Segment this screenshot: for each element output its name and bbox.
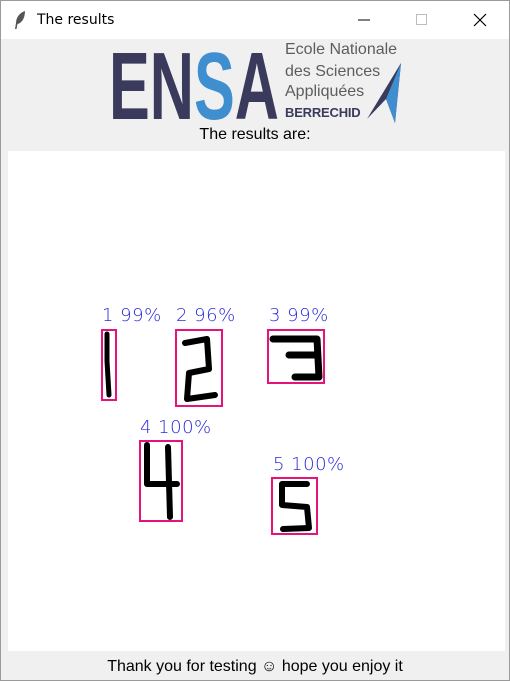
svg-text:ENSA: ENSA (109, 41, 279, 123)
digit-2-drawing (182, 336, 218, 402)
logo-line-2: des Sciences (285, 63, 381, 80)
title-bar[interactable]: The results (1, 1, 509, 39)
detection-label-3: 3 99% (269, 305, 329, 326)
minimize-button[interactable] (335, 1, 393, 39)
digit-3-drawing (269, 335, 323, 381)
digit-4-drawing (144, 442, 180, 520)
detection-label-4: 4 100% (140, 417, 212, 438)
detection-label-1: 1 99% (102, 305, 162, 326)
maximize-button[interactable] (393, 1, 451, 39)
digit-5-drawing (279, 481, 312, 532)
minimize-icon (358, 19, 370, 21)
results-image: 1 99% 2 96% 3 99% 4 100% 5 100% (8, 151, 505, 651)
detection-box-4 (139, 440, 183, 522)
results-window: The results ENSA Ecole Nationale des Sci… (0, 0, 510, 681)
detection-label-5: 5 100% (273, 454, 345, 475)
detection-box-1 (101, 329, 117, 401)
ensa-logo: ENSA Ecole Nationale des Sciences Appliq… (109, 41, 405, 123)
window-title: The results (37, 12, 115, 28)
logo-city: BERRECHID (285, 105, 361, 120)
logo-line-1: Ecole Nationale (285, 41, 398, 58)
close-button[interactable] (451, 1, 509, 39)
digit-1-drawing (104, 331, 112, 398)
detection-box-2 (175, 329, 223, 407)
header-area: ENSA Ecole Nationale des Sciences Appliq… (1, 39, 509, 151)
results-heading: The results are: (199, 126, 311, 143)
feather-icon (13, 10, 27, 30)
footer-message: Thank you for testing ☺ hope you enjoy i… (107, 658, 403, 675)
close-icon (473, 13, 487, 27)
detection-box-3 (267, 329, 325, 384)
detection-box-5 (271, 477, 318, 535)
detection-label-2: 2 96% (176, 305, 236, 326)
maximize-icon (416, 14, 427, 25)
logo-line-3: Appliquées (285, 83, 365, 100)
